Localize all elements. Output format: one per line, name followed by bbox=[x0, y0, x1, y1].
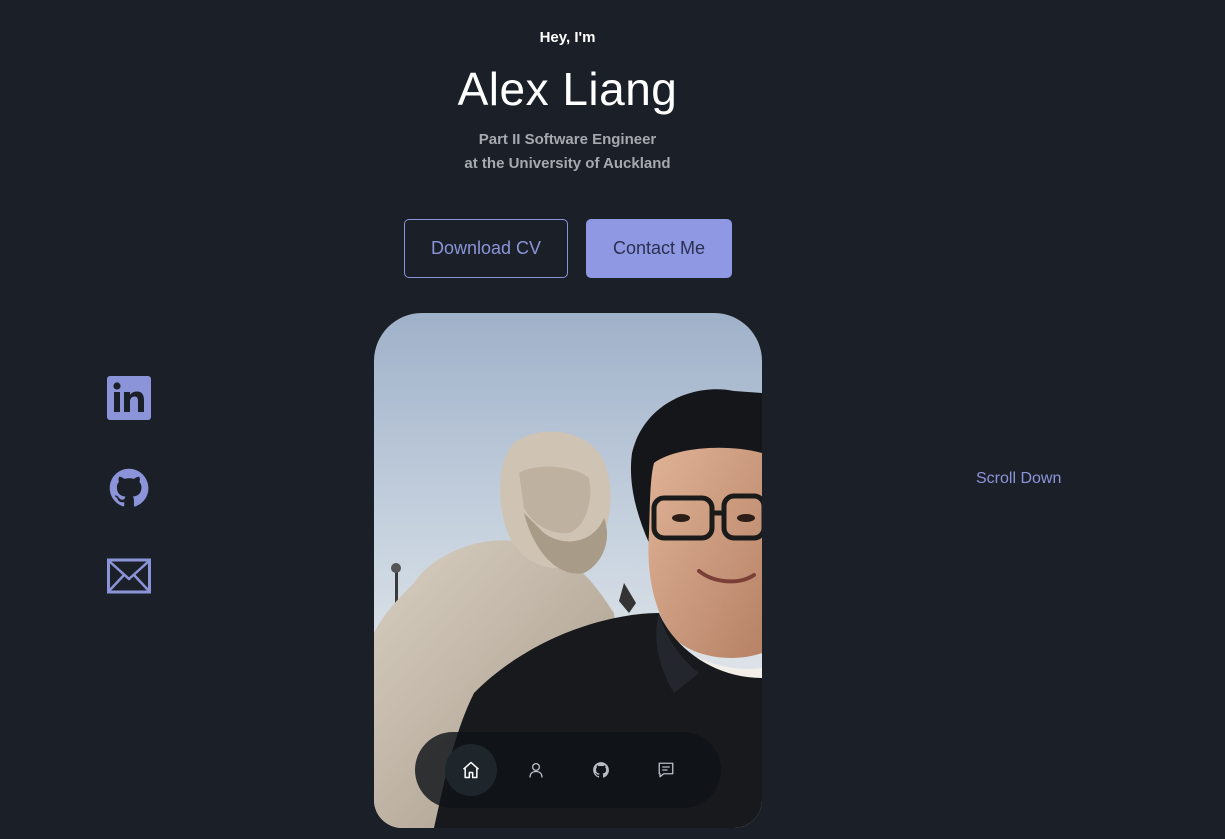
subtitle-line-2: at the University of Auckland bbox=[464, 155, 671, 172]
github-icon bbox=[593, 762, 609, 778]
nav-github[interactable] bbox=[575, 744, 627, 796]
github-icon bbox=[109, 468, 149, 507]
nav-contact[interactable] bbox=[640, 744, 692, 796]
message-icon bbox=[658, 762, 674, 778]
email-link[interactable] bbox=[107, 554, 151, 598]
page-title: Alex Liang bbox=[457, 63, 678, 115]
nav-about[interactable] bbox=[510, 744, 562, 796]
greeting: Hey, I'm bbox=[539, 29, 596, 46]
mail-icon bbox=[107, 558, 151, 594]
scroll-down-link[interactable]: Scroll Down bbox=[976, 470, 1061, 488]
home-icon bbox=[463, 761, 479, 779]
contact-me-button[interactable]: Contact Me bbox=[586, 219, 732, 278]
user-icon bbox=[529, 762, 543, 778]
github-link[interactable] bbox=[107, 466, 151, 510]
nav-home[interactable] bbox=[445, 744, 497, 796]
linkedin-link[interactable] bbox=[107, 376, 151, 420]
subtitle: Part II Software Engineer at the Univers… bbox=[0, 128, 1135, 176]
linkedin-icon bbox=[107, 376, 151, 420]
download-cv-button[interactable]: Download CV bbox=[404, 219, 568, 278]
home-page: Hey, I'm Alex Liang Part II Software Eng… bbox=[0, 0, 1225, 839]
subtitle-line-1: Part II Software Engineer bbox=[478, 131, 657, 148]
bottom-nav bbox=[415, 732, 721, 808]
